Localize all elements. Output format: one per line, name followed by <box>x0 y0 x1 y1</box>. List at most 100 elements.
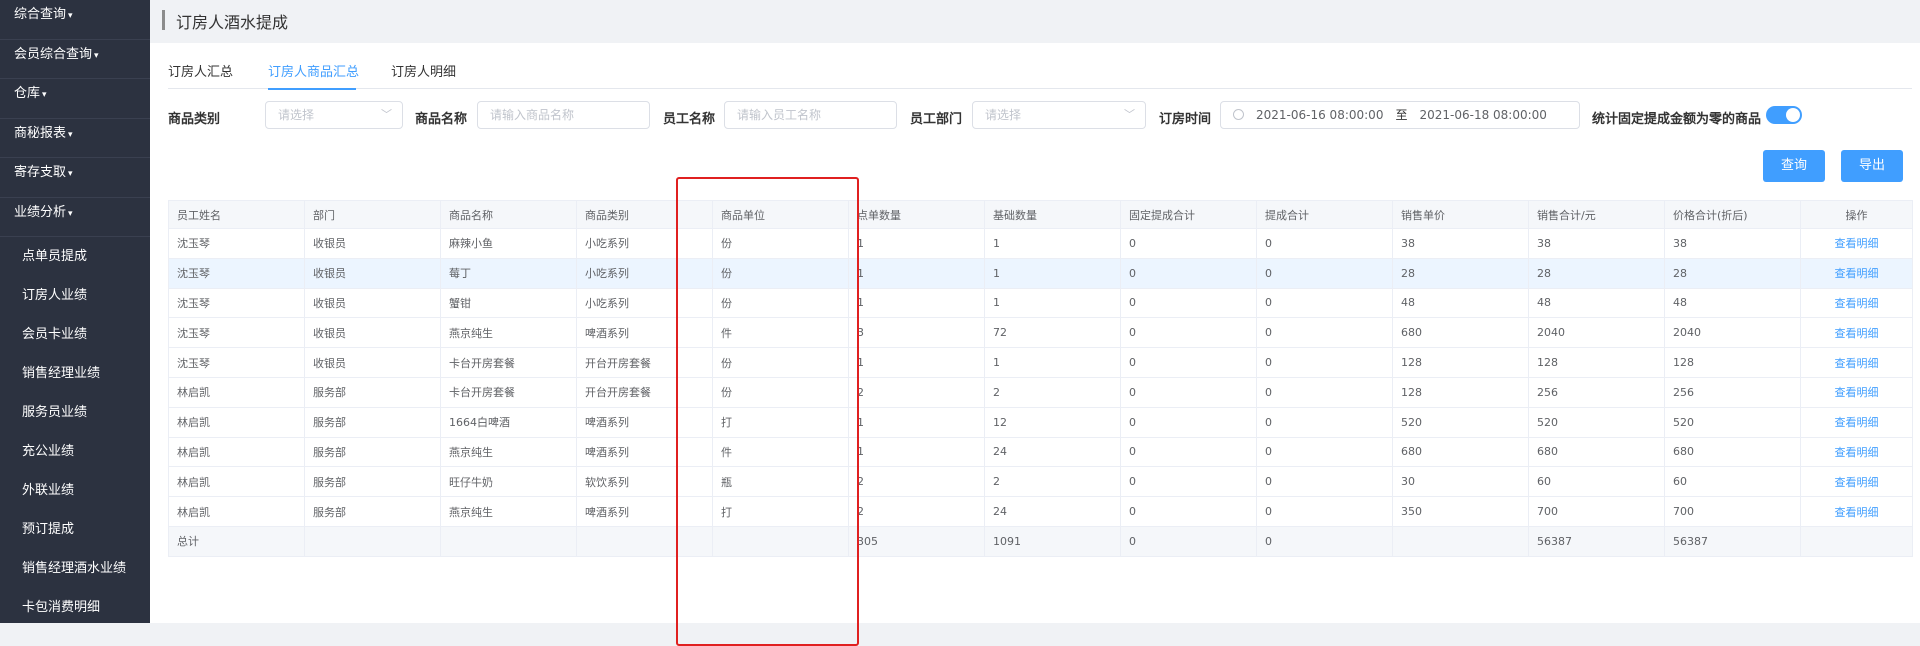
sidebar-group-member-query[interactable]: 会员综合查询 ▾ <box>0 40 150 79</box>
view-detail-link[interactable]: 查看明细 <box>1800 466 1913 498</box>
cell-fixed-commission: 0 <box>1120 376 1257 408</box>
cell-commission: 0 <box>1256 228 1393 259</box>
cell-product-category: 小吃系列 <box>576 257 713 289</box>
sidebar-item-sales-manager[interactable]: 销售经理业绩 <box>0 354 150 393</box>
view-detail-link[interactable]: 查看明细 <box>1800 347 1913 378</box>
cell-product-name: 卡台开房套餐 <box>440 347 577 378</box>
category-label: 商品类别 <box>168 112 221 127</box>
dept-select[interactable]: 请选择 ﹀ <box>972 101 1146 129</box>
sidebar-item-public[interactable]: 充公业绩 <box>0 432 150 471</box>
table-row[interactable]: 沈玉琴 收银员 燕京纯生 啤酒系列件 3 72 0 0 680 2040 2040 查看明细 <box>168 317 1913 349</box>
booking-time-label: 订房时间 <box>1159 112 1212 127</box>
cell-department: 收银员 <box>304 317 441 349</box>
sidebar-group-performance[interactable]: 业绩分析 ▾ <box>0 198 150 237</box>
cell-commission: 0 <box>1256 287 1393 319</box>
cell-fixed-commission: 0 <box>1120 257 1257 289</box>
sidebar-item-order-commission[interactable]: 点单员提成 <box>0 237 150 276</box>
cell-unit: 份 <box>712 376 849 408</box>
total-cell-sales: 56387 <box>1528 525 1665 557</box>
column-header: 员工姓名 <box>168 200 305 229</box>
sidebar-item-waiter[interactable]: 服务员业绩 <box>0 393 150 432</box>
tab-booker-summary[interactable]: 订房人汇总 <box>168 61 233 80</box>
cell-order-qty: 2 <box>848 466 985 498</box>
cell-unit-price: 128 <box>1392 347 1529 378</box>
tab-booker-detail[interactable]: 订房人明细 <box>391 61 456 80</box>
sidebar-item-booker-performance[interactable]: 订房人业绩 <box>0 276 150 315</box>
total-cell-empty <box>576 525 713 557</box>
view-detail-link[interactable]: 查看明细 <box>1800 376 1913 408</box>
table-row[interactable]: 林启凯 服务部 燕京纯生 啤酒系列件 1 24 0 0 680 680 680 查看明细 <box>168 436 1913 468</box>
cell-fixed-commission: 0 <box>1120 406 1257 438</box>
cell-unit: 份 <box>712 228 849 259</box>
cell-staff-name: 林启凯 <box>168 436 305 468</box>
product-name-label: 商品名称 <box>415 112 468 127</box>
cell-staff-name: 林启凯 <box>168 466 305 498</box>
table-row[interactable]: 沈玉琴 收银员 蟹钳 小吃系列份 1 1 0 0 48 48 48 查看明细 <box>168 287 1913 319</box>
total-cell-comm: 0 <box>1256 525 1393 557</box>
cell-sales-total: 38 <box>1528 228 1665 259</box>
view-detail-link[interactable]: 查看明细 <box>1800 496 1913 527</box>
sidebar-item-outreach[interactable]: 外联业绩 <box>0 471 150 510</box>
cell-net-total: 28 <box>1664 257 1801 289</box>
view-detail-link[interactable]: 查看明细 <box>1800 257 1913 289</box>
booking-time-range[interactable]: 2021-06-16 08:00:00 至 2021-06-18 08:00:00 <box>1220 101 1580 129</box>
cell-net-total: 128 <box>1664 347 1801 378</box>
export-button[interactable]: 导出 <box>1841 150 1903 182</box>
zero-commission-toggle[interactable] <box>1766 106 1802 124</box>
toggle-knob <box>1786 108 1800 122</box>
cell-base-qty: 1 <box>984 257 1121 289</box>
table-row[interactable]: 林启凯 服务部 旺仔牛奶 软饮系列瓶 2 2 0 0 30 60 60 查看明细 <box>168 466 1913 498</box>
table-row[interactable]: 林启凯 服务部 燕京纯生 啤酒系列打 2 24 0 0 350 700 700 查看明细 <box>168 496 1913 527</box>
page-title: 订房人酒水提成 <box>176 13 289 32</box>
main-panel: 订房人汇总 订房人商品汇总 订房人明细 商品类别 请选择 ﹀ 商品名称 请输入商品… <box>150 43 1920 646</box>
cell-commission: 0 <box>1256 436 1393 468</box>
cell-order-qty: 1 <box>848 347 985 378</box>
total-cell-base-qty: 1091 <box>984 525 1121 557</box>
sidebar-item-booking-commission[interactable]: 预订提成 <box>0 510 150 549</box>
sidebar-item-manager-drinks[interactable]: 销售经理酒水业绩 <box>0 549 150 588</box>
cell-base-qty: 1 <box>984 347 1121 378</box>
view-detail-link[interactable]: 查看明细 <box>1800 406 1913 438</box>
sidebar-group-reports[interactable]: 商秘报表 ▾ <box>0 119 150 158</box>
sidebar-group-label: 寄存支取 <box>14 165 67 180</box>
caret-down-icon: ▾ <box>42 90 47 100</box>
sidebar-group-label: 会员综合查询 <box>14 46 93 62</box>
table-body: 沈玉琴 收银员 麻辣小鱼 小吃系列份 1 1 0 0 38 38 38 查看明细 沈玉琴 收银员 莓丁 小吃系… <box>168 228 1913 557</box>
table-row[interactable]: 沈玉琴 收银员 卡台开房套餐 开台开房套餐份 1 1 0 0 128 128 128 查看明细 <box>168 347 1913 378</box>
cell-fixed-commission: 0 <box>1120 228 1257 259</box>
cell-unit-price: 680 <box>1392 317 1529 349</box>
cell-sales-total: 48 <box>1528 287 1665 319</box>
sidebar-group-comprehensive-query[interactable]: 综合查询 ▾ <box>0 0 150 40</box>
sidebar-item-card-consumption[interactable]: 卡包消费明细 <box>0 588 150 627</box>
cell-order-qty: 2 <box>848 376 985 408</box>
table-row[interactable]: 林启凯 服务部 卡台开房套餐 开台开房套餐份 2 2 0 0 128 256 256 查看明细 <box>168 376 1913 408</box>
table-row[interactable]: 沈玉琴 收银员 麻辣小鱼 小吃系列份 1 1 0 0 38 38 38 查看明细 <box>168 228 1913 259</box>
view-detail-link[interactable]: 查看明细 <box>1800 436 1913 468</box>
cell-department: 服务部 <box>304 376 441 408</box>
cell-order-qty: 1 <box>848 436 985 468</box>
caret-down-icon: ▾ <box>68 11 73 21</box>
total-cell-empty <box>1800 525 1913 557</box>
table-row[interactable]: 沈玉琴 收银员 莓丁 小吃系列份 1 1 0 0 28 28 28 查看明细 <box>168 257 1913 289</box>
category-select[interactable]: 请选择 ﹀ <box>265 101 403 129</box>
cell-net-total: 680 <box>1664 436 1801 468</box>
sidebar-group-warehouse[interactable]: 仓库 ▾ <box>0 79 150 119</box>
view-detail-link[interactable]: 查看明细 <box>1800 317 1913 349</box>
view-detail-link[interactable]: 查看明细 <box>1800 228 1913 259</box>
view-detail-link[interactable]: 查看明细 <box>1800 287 1913 319</box>
cell-base-qty: 24 <box>984 436 1121 468</box>
sidebar-group-deposit[interactable]: 寄存支取 ▾ <box>0 158 150 198</box>
cell-product-category: 啤酒系列 <box>576 406 713 438</box>
cell-unit-price: 350 <box>1392 496 1529 527</box>
tab-booker-product-summary[interactable]: 订房人商品汇总 <box>268 61 359 80</box>
staff-name-input[interactable]: 请输入员工名称 <box>724 101 897 129</box>
cell-product-category: 小吃系列 <box>576 287 713 319</box>
product-name-input[interactable]: 请输入商品名称 <box>477 101 650 129</box>
column-header: 点单数量 <box>848 200 985 229</box>
cell-staff-name: 沈玉琴 <box>168 317 305 349</box>
query-button[interactable]: 查询 <box>1763 150 1825 182</box>
cell-product-category: 啤酒系列 <box>576 496 713 527</box>
table-row[interactable]: 林启凯 服务部 1664白啤酒 啤酒系列打 1 12 0 0 520 520 520 查看明细 <box>168 406 1913 438</box>
sidebar-item-member-card[interactable]: 会员卡业绩 <box>0 315 150 354</box>
cell-base-qty: 12 <box>984 406 1121 438</box>
